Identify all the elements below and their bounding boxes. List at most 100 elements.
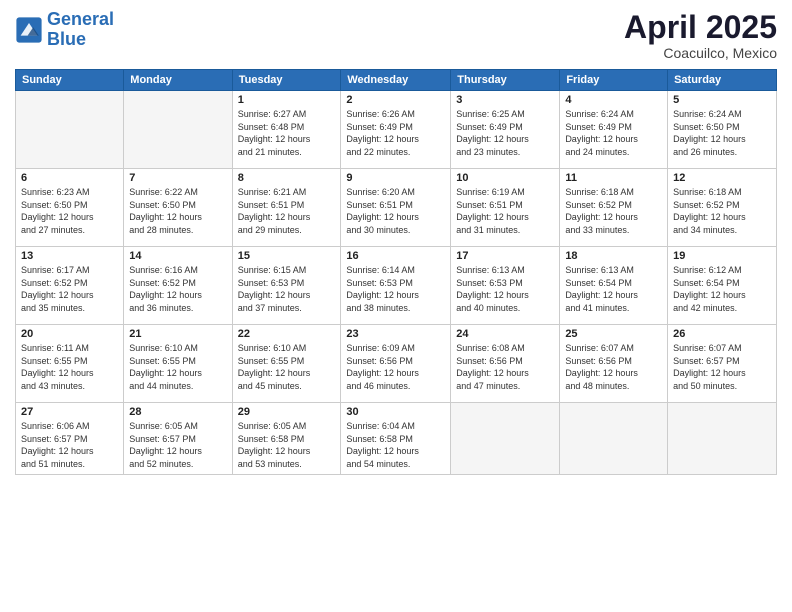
calendar-cell: 7 Sunrise: 6:22 AM Sunset: 6:50 PM Daylig… <box>124 169 232 247</box>
logo-text: General Blue <box>47 10 114 50</box>
calendar-header-row: Sunday Monday Tuesday Wednesday Thursday… <box>16 70 777 91</box>
calendar-cell: 26Sunrise: 6:07 AM Sunset: 6:57 PM Dayli… <box>668 325 777 403</box>
day-info: Sunrise: 6:14 AM Sunset: 6:53 PM Dayligh… <box>346 264 445 314</box>
col-tuesday: Tuesday <box>232 70 341 91</box>
logo-icon <box>15 16 43 44</box>
calendar-cell: 8 Sunrise: 6:21 AM Sunset: 6:51 PM Daylig… <box>232 169 341 247</box>
calendar-cell <box>124 91 232 169</box>
calendar-cell: 23 Sunrise: 6:09 AM Sunset: 6:56 PM Dayli… <box>341 325 451 403</box>
calendar-cell: 24 Sunrise: 6:08 AM Sunset: 6:56 PM Dayli… <box>451 325 560 403</box>
day-info: Sunrise: 6:20 AM Sunset: 6:51 PM Dayligh… <box>346 186 445 236</box>
day-number: 12 <box>673 172 771 184</box>
day-info: Sunrise: 6:13 AM Sunset: 6:53 PM Dayligh… <box>456 264 554 314</box>
calendar-cell: 25 Sunrise: 6:07 AM Sunset: 6:56 PM Dayli… <box>560 325 668 403</box>
day-number: 21 <box>129 328 226 340</box>
day-info: Sunrise: 6:12 AM Sunset: 6:54 PM Dayligh… <box>673 264 771 314</box>
day-number: 3 <box>456 94 554 106</box>
calendar-week-row: 20 Sunrise: 6:11 AM Sunset: 6:55 PM Dayli… <box>16 325 777 403</box>
day-info: Sunrise: 6:26 AM Sunset: 6:49 PM Dayligh… <box>346 108 445 158</box>
calendar-cell: 22Sunrise: 6:10 AM Sunset: 6:55 PM Dayli… <box>232 325 341 403</box>
day-number: 10 <box>456 172 554 184</box>
day-info: Sunrise: 6:08 AM Sunset: 6:56 PM Dayligh… <box>456 342 554 392</box>
col-wednesday: Wednesday <box>341 70 451 91</box>
day-number: 5 <box>673 94 771 106</box>
col-friday: Friday <box>560 70 668 91</box>
day-info: Sunrise: 6:05 AM Sunset: 6:57 PM Dayligh… <box>129 420 226 470</box>
calendar-cell: 30 Sunrise: 6:04 AM Sunset: 6:58 PM Dayli… <box>341 403 451 474</box>
calendar-cell: 14 Sunrise: 6:16 AM Sunset: 6:52 PM Dayli… <box>124 247 232 325</box>
calendar-cell: 10 Sunrise: 6:19 AM Sunset: 6:51 PM Dayli… <box>451 169 560 247</box>
page-header: General Blue April 2025 Coacuilco, Mexic… <box>15 10 777 61</box>
day-number: 24 <box>456 328 554 340</box>
page-container: General Blue April 2025 Coacuilco, Mexic… <box>0 0 792 485</box>
day-number: 2 <box>346 94 445 106</box>
day-info: Sunrise: 6:24 AM Sunset: 6:50 PM Dayligh… <box>673 108 771 158</box>
day-number: 25 <box>565 328 662 340</box>
day-info: Sunrise: 6:09 AM Sunset: 6:56 PM Dayligh… <box>346 342 445 392</box>
calendar-cell: 19 Sunrise: 6:12 AM Sunset: 6:54 PM Dayli… <box>668 247 777 325</box>
calendar-cell: 9 Sunrise: 6:20 AM Sunset: 6:51 PM Daylig… <box>341 169 451 247</box>
day-number: 14 <box>129 250 226 262</box>
calendar-cell: 12 Sunrise: 6:18 AM Sunset: 6:52 PM Dayli… <box>668 169 777 247</box>
day-info: Sunrise: 6:23 AM Sunset: 6:50 PM Dayligh… <box>21 186 118 236</box>
day-number: 20 <box>21 328 118 340</box>
day-number: 28 <box>129 406 226 418</box>
day-number: 18 <box>565 250 662 262</box>
day-number: 26 <box>673 328 771 340</box>
calendar-cell: 5 Sunrise: 6:24 AM Sunset: 6:50 PM Daylig… <box>668 91 777 169</box>
day-number: 1 <box>238 94 336 106</box>
title-block: April 2025 Coacuilco, Mexico <box>624 10 777 61</box>
day-info: Sunrise: 6:07 AM Sunset: 6:56 PM Dayligh… <box>565 342 662 392</box>
day-number: 23 <box>346 328 445 340</box>
calendar-cell <box>668 403 777 474</box>
month-title: April 2025 <box>624 10 777 45</box>
calendar-week-row: 13Sunrise: 6:17 AM Sunset: 6:52 PM Dayli… <box>16 247 777 325</box>
day-info: Sunrise: 6:06 AM Sunset: 6:57 PM Dayligh… <box>21 420 118 470</box>
day-info: Sunrise: 6:18 AM Sunset: 6:52 PM Dayligh… <box>673 186 771 236</box>
calendar-cell: 11 Sunrise: 6:18 AM Sunset: 6:52 PM Dayli… <box>560 169 668 247</box>
logo: General Blue <box>15 10 114 50</box>
calendar-cell: 15Sunrise: 6:15 AM Sunset: 6:53 PM Dayli… <box>232 247 341 325</box>
day-info: Sunrise: 6:19 AM Sunset: 6:51 PM Dayligh… <box>456 186 554 236</box>
calendar-cell: 27 Sunrise: 6:06 AM Sunset: 6:57 PM Dayli… <box>16 403 124 474</box>
day-number: 15 <box>238 250 336 262</box>
day-info: Sunrise: 6:21 AM Sunset: 6:51 PM Dayligh… <box>238 186 336 236</box>
day-number: 8 <box>238 172 336 184</box>
calendar-table: Sunday Monday Tuesday Wednesday Thursday… <box>15 69 777 474</box>
day-info: Sunrise: 6:04 AM Sunset: 6:58 PM Dayligh… <box>346 420 445 470</box>
logo-line1: General <box>47 9 114 29</box>
calendar-cell: 28 Sunrise: 6:05 AM Sunset: 6:57 PM Dayli… <box>124 403 232 474</box>
day-info: Sunrise: 6:11 AM Sunset: 6:55 PM Dayligh… <box>21 342 118 392</box>
location: Coacuilco, Mexico <box>624 45 777 61</box>
day-info: Sunrise: 6:16 AM Sunset: 6:52 PM Dayligh… <box>129 264 226 314</box>
day-number: 13 <box>21 250 118 262</box>
day-number: 19 <box>673 250 771 262</box>
calendar-week-row: 1 Sunrise: 6:27 AM Sunset: 6:48 PM Daylig… <box>16 91 777 169</box>
calendar-cell <box>451 403 560 474</box>
day-number: 7 <box>129 172 226 184</box>
calendar-cell: 20 Sunrise: 6:11 AM Sunset: 6:55 PM Dayli… <box>16 325 124 403</box>
calendar-cell: 2 Sunrise: 6:26 AM Sunset: 6:49 PM Daylig… <box>341 91 451 169</box>
day-number: 27 <box>21 406 118 418</box>
day-info: Sunrise: 6:18 AM Sunset: 6:52 PM Dayligh… <box>565 186 662 236</box>
day-info: Sunrise: 6:05 AM Sunset: 6:58 PM Dayligh… <box>238 420 336 470</box>
calendar-cell: 17Sunrise: 6:13 AM Sunset: 6:53 PM Dayli… <box>451 247 560 325</box>
calendar-cell: 13Sunrise: 6:17 AM Sunset: 6:52 PM Dayli… <box>16 247 124 325</box>
day-info: Sunrise: 6:25 AM Sunset: 6:49 PM Dayligh… <box>456 108 554 158</box>
col-sunday: Sunday <box>16 70 124 91</box>
day-info: Sunrise: 6:27 AM Sunset: 6:48 PM Dayligh… <box>238 108 336 158</box>
day-number: 16 <box>346 250 445 262</box>
calendar-cell: 21 Sunrise: 6:10 AM Sunset: 6:55 PM Dayli… <box>124 325 232 403</box>
calendar-cell: 29Sunrise: 6:05 AM Sunset: 6:58 PM Dayli… <box>232 403 341 474</box>
day-number: 9 <box>346 172 445 184</box>
calendar-week-row: 27 Sunrise: 6:06 AM Sunset: 6:57 PM Dayli… <box>16 403 777 474</box>
calendar-cell <box>560 403 668 474</box>
day-info: Sunrise: 6:24 AM Sunset: 6:49 PM Dayligh… <box>565 108 662 158</box>
day-number: 30 <box>346 406 445 418</box>
calendar-cell: 6Sunrise: 6:23 AM Sunset: 6:50 PM Daylig… <box>16 169 124 247</box>
day-info: Sunrise: 6:10 AM Sunset: 6:55 PM Dayligh… <box>129 342 226 392</box>
day-info: Sunrise: 6:22 AM Sunset: 6:50 PM Dayligh… <box>129 186 226 236</box>
calendar-cell: 1 Sunrise: 6:27 AM Sunset: 6:48 PM Daylig… <box>232 91 341 169</box>
calendar-cell: 4Sunrise: 6:24 AM Sunset: 6:49 PM Daylig… <box>560 91 668 169</box>
day-number: 11 <box>565 172 662 184</box>
